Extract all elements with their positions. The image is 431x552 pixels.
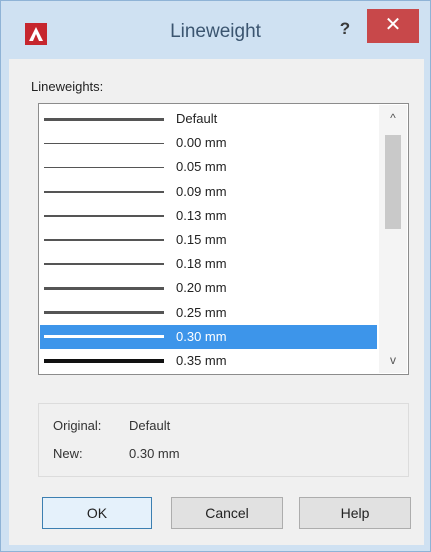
ok-button[interactable]: OK xyxy=(42,497,152,529)
lineweight-item-label: 0.18 mm xyxy=(176,256,227,272)
lineweight-item[interactable]: 0.09 mm xyxy=(40,180,377,204)
lineweight-item[interactable]: 0.00 mm xyxy=(40,131,377,155)
lineweight-swatch xyxy=(44,166,164,168)
scroll-down-arrow-icon[interactable]: v xyxy=(379,347,407,373)
lineweight-item[interactable]: 0.30 mm xyxy=(40,324,377,349)
lineweight-swatch xyxy=(44,311,164,315)
lineweight-swatch xyxy=(44,142,164,144)
lineweight-item[interactable]: Default xyxy=(40,107,377,131)
lineweight-item-label: Default xyxy=(176,111,218,126)
lineweight-item[interactable]: 0.15 mm xyxy=(40,228,377,252)
lineweight-item[interactable]: 0.35 mm xyxy=(40,349,377,373)
lineweight-swatch xyxy=(44,214,164,217)
lineweight-swatch xyxy=(44,335,164,339)
scroll-up-arrow-icon[interactable]: ^ xyxy=(379,105,407,131)
lineweight-item-label: 0.00 mm xyxy=(176,135,227,151)
lineweight-swatch xyxy=(44,190,164,193)
lineweight-dialog: Lineweight ? ✕ Lineweights: 0.35 mm 0.30 … xyxy=(0,0,431,552)
lineweight-item-label: 0.35 mm xyxy=(176,353,227,368)
help-caption-button[interactable]: ? xyxy=(334,15,356,43)
lineweight-swatch xyxy=(44,239,164,241)
lineweight-item-label: 0.09 mm xyxy=(176,183,227,199)
lineweight-info-panel: Original: Default New: 0.30 mm xyxy=(38,403,409,477)
lineweight-item[interactable]: 0.20 mm xyxy=(40,276,377,300)
close-button[interactable]: ✕ xyxy=(367,9,419,43)
lineweight-swatch xyxy=(44,286,164,290)
lineweight-swatch xyxy=(44,117,164,121)
lineweight-item[interactable]: 0.25 mm xyxy=(40,301,377,325)
lineweights-list[interactable]: 0.35 mm 0.30 mm 0.25 mm 0.20 mm 0.18 mm 0.15 … xyxy=(38,103,409,375)
lineweights-label: Lineweights: xyxy=(31,79,104,94)
cancel-button[interactable]: Cancel xyxy=(171,497,283,529)
scroll-thumb[interactable] xyxy=(385,135,401,229)
lineweight-item-label: 0.13 mm xyxy=(176,207,227,223)
lineweight-item[interactable]: 0.05 mm xyxy=(40,155,377,179)
lineweight-swatch xyxy=(44,359,164,363)
dialog-title: Lineweight xyxy=(170,21,261,42)
lineweight-item-label: 0.20 mm xyxy=(176,280,227,296)
lineweight-item-label: 0.05 mm xyxy=(176,159,227,175)
new-label: New: xyxy=(53,446,83,461)
lineweight-swatch xyxy=(44,263,164,266)
lineweight-item-label: 0.25 mm xyxy=(176,304,227,320)
lineweight-item[interactable]: 0.18 mm xyxy=(40,252,377,276)
new-value: 0.30 mm xyxy=(129,446,180,461)
original-label: Original: xyxy=(53,418,102,433)
lineweight-item-label: 0.15 mm xyxy=(176,232,227,247)
help-button[interactable]: Help xyxy=(299,497,411,529)
original-value: Default xyxy=(129,418,171,433)
list-scrollbar[interactable]: ^ v xyxy=(379,105,407,373)
title-bar[interactable]: Lineweight ? ✕ xyxy=(1,1,430,59)
lineweight-item-label: 0.30 mm xyxy=(176,328,227,344)
lineweight-item[interactable]: 0.13 mm xyxy=(40,204,377,228)
